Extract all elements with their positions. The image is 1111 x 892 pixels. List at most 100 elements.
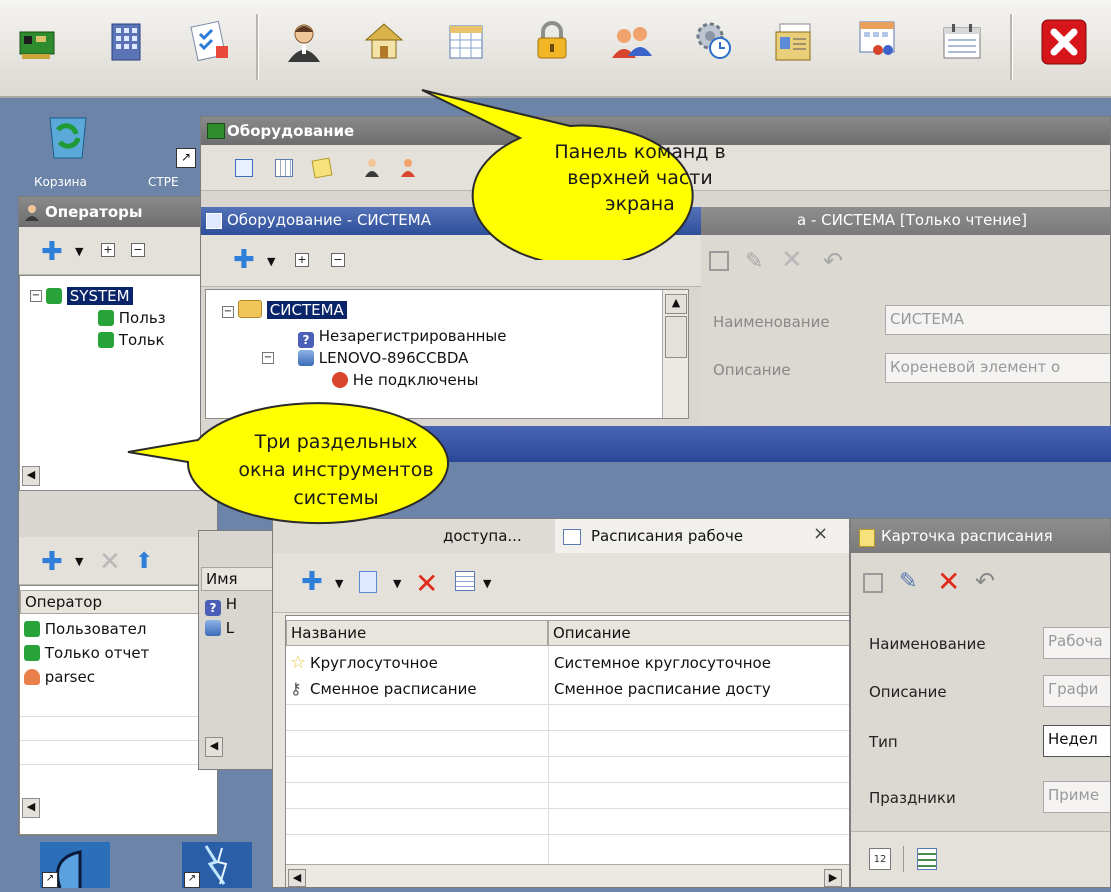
- scroll-up-button[interactable]: ▲: [665, 294, 687, 314]
- lock-icon[interactable]: [530, 18, 574, 62]
- card-description-field[interactable]: Графи: [1043, 675, 1110, 707]
- question-icon: ?: [205, 600, 221, 616]
- table-icon[interactable]: [444, 20, 488, 64]
- schedule-users-icon[interactable]: [856, 18, 900, 62]
- checklist-icon[interactable]: [188, 20, 232, 64]
- middle-list-header[interactable]: Имя: [201, 567, 277, 591]
- scroll-left-button[interactable]: ◀: [22, 466, 40, 486]
- scroll-left-button[interactable]: ◀: [288, 869, 306, 887]
- recycle-bin-icon[interactable]: [40, 108, 96, 164]
- add-icon[interactable]: ✚: [233, 247, 255, 273]
- scroll-left-button[interactable]: ◀: [205, 737, 223, 757]
- delete-icon[interactable]: ✕: [99, 547, 121, 577]
- users-icon[interactable]: [610, 20, 654, 64]
- dropdown-arrow-icon[interactable]: ▼: [483, 577, 491, 590]
- key-icon: ⚷: [290, 679, 302, 698]
- card-type-select[interactable]: Недел: [1043, 725, 1110, 757]
- description-field[interactable]: Кореневой элемент о: [885, 353, 1110, 383]
- operator-icon[interactable]: [282, 20, 326, 64]
- calendar-day-icon[interactable]: 12: [869, 848, 891, 870]
- collapse-all-icon[interactable]: −: [131, 243, 145, 257]
- operators-tree-item[interactable]: Тольк: [98, 330, 165, 350]
- list-item-label: parsec: [44, 668, 95, 686]
- scroll-right-button[interactable]: ▶: [824, 869, 842, 887]
- edit-icon[interactable]: ✎: [899, 569, 917, 594]
- table-row[interactable]: ☆ Круглосуточное: [290, 652, 546, 674]
- tree-view-icon[interactable]: [235, 159, 253, 177]
- card-name-field[interactable]: Рабоча: [1043, 627, 1110, 659]
- operators-list-item[interactable]: Пользовател: [24, 618, 146, 640]
- undo-icon[interactable]: ↶: [823, 247, 843, 275]
- undo-icon[interactable]: ↶: [975, 567, 995, 595]
- dropdown-arrow-icon[interactable]: ▼: [335, 577, 343, 590]
- dropdown-arrow-icon[interactable]: ▼: [75, 555, 83, 568]
- table-row[interactable]: ⚷ Сменное расписание: [290, 678, 546, 700]
- dropdown-arrow-icon[interactable]: ▼: [393, 577, 401, 590]
- dropdown-arrow-icon[interactable]: ▼: [75, 245, 83, 258]
- tree-item-label: Незарегистрированные: [318, 327, 507, 345]
- table-row-description[interactable]: Сменное расписание досту: [554, 678, 849, 700]
- id-card-icon[interactable]: [772, 20, 816, 64]
- tree-item-label: Тольк: [118, 331, 165, 349]
- close-icon[interactable]: [1040, 18, 1088, 66]
- equipment-tree-root[interactable]: СИСТЕМА: [238, 300, 347, 320]
- vertical-scrollbar[interactable]: ▲: [662, 290, 688, 418]
- row-divider: [20, 740, 217, 741]
- add-icon[interactable]: ✚: [301, 569, 323, 595]
- up-arrow-icon[interactable]: ⬆: [135, 549, 153, 574]
- desktop-icon-label: СТРЕ: [148, 175, 179, 189]
- tree-collapse-icon[interactable]: −: [262, 352, 274, 364]
- server-icon: [205, 620, 221, 636]
- home-icon[interactable]: [362, 18, 406, 62]
- tree-collapse-icon[interactable]: −: [222, 306, 234, 318]
- calendar-icon[interactable]: [940, 20, 984, 64]
- operators-tree-item[interactable]: Польз: [98, 308, 166, 328]
- settings-clock-icon[interactable]: [692, 18, 736, 62]
- scroll-thumb[interactable]: [665, 316, 687, 358]
- save-icon[interactable]: [863, 573, 883, 593]
- schedule-grid-icon[interactable]: [917, 848, 937, 870]
- middle-list-item[interactable]: ? Н: [205, 593, 237, 616]
- expand-all-icon[interactable]: +: [295, 253, 309, 267]
- equipment-tree-item[interactable]: Не подключены: [332, 370, 478, 390]
- grid-view-icon[interactable]: [275, 159, 293, 177]
- name-field[interactable]: СИСТЕМА: [885, 305, 1110, 335]
- table-icon[interactable]: [455, 571, 475, 591]
- column-header-name[interactable]: Название: [286, 620, 548, 646]
- tab-close-button[interactable]: ×: [813, 523, 828, 544]
- card-holidays-field[interactable]: Приме: [1043, 781, 1110, 813]
- callout-left: Три раздельных окна инструментов системы: [127, 402, 449, 525]
- delete-icon[interactable]: ✕: [415, 567, 438, 600]
- column-header-description[interactable]: Описание: [548, 620, 849, 646]
- tab-work-schedules[interactable]: Расписания рабоче ×: [555, 519, 849, 553]
- equipment-icon[interactable]: [16, 22, 60, 66]
- operators-list-item[interactable]: parsec: [24, 666, 95, 688]
- tree-collapse-icon[interactable]: −: [30, 290, 42, 302]
- operators-window-titlebar[interactable]: Операторы: [19, 197, 217, 227]
- building-icon[interactable]: [104, 20, 148, 64]
- horizontal-scrollbar[interactable]: ◀ ▶: [286, 864, 849, 887]
- operators-tree-root[interactable]: SYSTEM: [46, 286, 133, 306]
- operators-list-item[interactable]: Только отчет: [24, 642, 149, 664]
- row-divider: [286, 756, 849, 757]
- expand-all-icon[interactable]: +: [101, 243, 115, 257]
- copy-icon[interactable]: [359, 571, 377, 593]
- card-description-label: Описание: [869, 683, 947, 701]
- middle-list-item[interactable]: L: [205, 617, 234, 639]
- card-icon: [859, 529, 875, 547]
- dropdown-arrow-icon[interactable]: ▼: [267, 255, 275, 268]
- scroll-left-button[interactable]: ◀: [22, 798, 40, 818]
- folder-icon: [238, 300, 262, 318]
- collapse-all-icon[interactable]: −: [331, 253, 345, 267]
- schedule-card-titlebar[interactable]: Карточка расписания: [851, 519, 1110, 553]
- equipment-tree-item[interactable]: LENOVO-896CCBDA: [298, 348, 468, 368]
- delete-icon[interactable]: ✕: [937, 565, 960, 598]
- operators-list-header[interactable]: Оператор: [20, 590, 217, 614]
- table-row-description[interactable]: Системное круглосуточное: [554, 652, 849, 674]
- add-icon[interactable]: ✚: [41, 239, 63, 265]
- notes-icon[interactable]: [311, 157, 333, 179]
- equipment-tree-item[interactable]: ? Незарегистрированные: [298, 326, 507, 348]
- question-icon: ?: [298, 332, 314, 348]
- operator-icon[interactable]: [363, 157, 381, 177]
- add-icon[interactable]: ✚: [41, 549, 63, 575]
